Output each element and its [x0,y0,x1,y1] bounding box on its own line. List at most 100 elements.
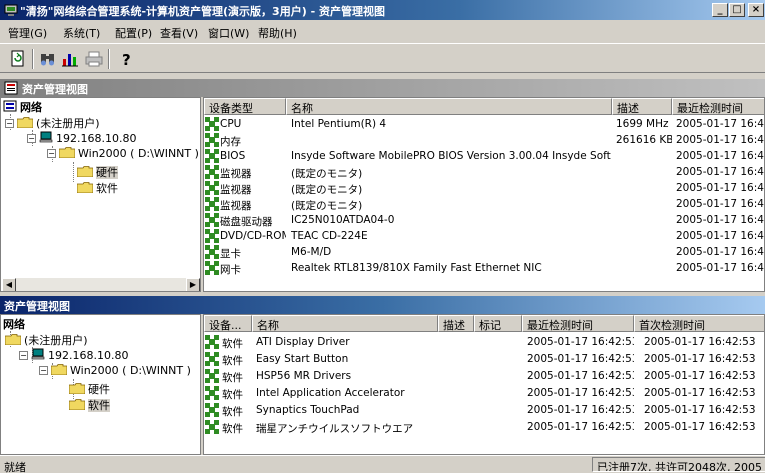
table-row[interactable]: 软件 HSP56 MR Drivers 2005-01-17 16:42:53 200… [204,369,764,384]
help-icon[interactable]: ? [116,49,136,69]
bottom-asset-list[interactable]: 设备... 名称 描述 标记 最近检测时间 首次检测时间 软件 ATI Displ… [203,314,765,455]
scroll-left-icon[interactable]: ◀ [2,278,16,291]
cell-last-check: 2005-01-17 16:42:53 [527,421,634,433]
table-row[interactable]: 磁盘驱动器 IC25N010ATDA04-0 2005-01-17 16:42:5 [204,213,764,228]
device-icon [205,420,219,434]
device-icon [205,149,219,163]
table-row[interactable]: 网卡 Realtek RTL8139/810X Family Fast Ether… [204,261,764,276]
column-header-description[interactable]: 描述 [612,98,672,115]
cell-device: 软件 [222,389,243,401]
collapse-icon[interactable]: − [39,366,48,375]
bottom-panel-title: 资产管理视图 [4,300,70,313]
cell-last-check: 2005-01-17 16:42:5 [676,214,764,226]
bottom-panel-caption[interactable]: 资产管理视图 [0,296,765,314]
title-bar[interactable]: "清扬"网络综合管理系统-计算机资产管理(演示版，3用户) - 资产管理视图 _… [0,0,765,20]
column-header-name[interactable]: 名称 [286,98,612,115]
table-row[interactable]: CPU Intel Pentium(R) 4 1699 MHz 2005-01-17 … [204,117,764,132]
collapse-icon[interactable]: − [19,351,28,360]
tree-node-os[interactable]: − Win2000 ( D:\WINNT ) [47,147,199,160]
cell-first-check: 2005-01-17 16:42:53 [644,404,756,416]
chart-icon[interactable] [60,49,80,69]
table-row[interactable]: 软件 Synaptics TouchPad 2005-01-17 16:42:53 2… [204,403,764,418]
menu-window[interactable]: 窗口(W) [208,25,249,41]
collapse-icon[interactable]: − [27,134,36,143]
table-row[interactable]: 软件 ATI Display Driver 2005-01-17 16:42:53 2… [204,335,764,350]
close-button[interactable]: × [748,3,764,17]
cell-last-check: 2005-01-17 16:42:53 [527,336,634,348]
find-icon[interactable] [38,49,58,69]
top-asset-tree[interactable]: 网络 − (未注册用户) −192.168.10.80 − Win2000 ( D:… [0,97,201,292]
minimize-button[interactable]: _ [712,3,728,17]
device-icon [205,197,219,211]
column-header-device-type[interactable]: 设备类型 [204,98,286,115]
cell-device: 软件 [222,406,243,418]
table-row[interactable]: 监视器 (既定のモニタ) 2005-01-17 16:42:5 [204,197,764,212]
tree-node-host[interactable]: −192.168.10.80 [27,131,136,145]
tree-node-os[interactable]: − Win2000 ( D:\WINNT ) [39,364,191,377]
column-header-name[interactable]: 名称 [252,315,438,332]
cell-first-check: 2005-01-17 16:42:53 [644,370,756,382]
toolbar: ? [0,43,765,73]
cell-last-check: 2005-01-17 16:42:53 [527,370,634,382]
table-row[interactable]: BIOS Insyde Software MobilePRO BIOS Versi… [204,149,764,164]
table-row[interactable]: 内存 261616 KB 2005-01-17 16:42:5 [204,133,764,148]
tree-node-unregistered[interactable]: (未注册用户) [5,332,88,348]
column-header-device[interactable]: 设备... [204,315,252,332]
menu-system[interactable]: 系统(T) [63,25,100,41]
tree-node-hardware[interactable]: 硬件 [69,381,110,397]
status-bar: 就绪 已注册7次, 共许可2048次, 2005 [0,455,765,473]
cell-name: Intel Pentium(R) 4 [291,118,387,130]
tree-node-unregistered[interactable]: − (未注册用户) [5,115,100,131]
cell-first-check: 2005-01-17 16:42:53 [644,387,756,399]
top-asset-list[interactable]: 设备类型 名称 描述 最近检测时间 CPU Intel Pentium(R) 4 1… [203,97,765,292]
table-row[interactable]: 监视器 (既定のモニタ) 2005-01-17 16:42:5 [204,181,764,196]
column-header-description[interactable]: 描述 [438,315,474,332]
cell-last-check: 2005-01-17 16:42:5 [676,166,764,178]
tree-node-network[interactable]: 网络 [3,99,42,115]
tree-node-network[interactable]: 网络 [3,316,25,332]
tree-node-hardware[interactable]: 硬件 [77,164,118,180]
top-panel-caption[interactable]: 资产管理视图 [0,79,765,97]
asset-view-icon [4,81,18,95]
menu-config[interactable]: 配置(P) [115,25,152,41]
maximize-button[interactable]: □ [729,3,745,17]
cell-name: (既定のモニタ) [291,184,363,196]
cell-first-check: 2005-01-17 16:42:53 [644,336,756,348]
table-row[interactable]: 软件 瑞星アンチウイルスソフトウエア 2005-01-17 16:42:53 2005… [204,420,764,435]
menu-manage[interactable]: 管理(G) [8,25,47,41]
column-header-tag[interactable]: 标记 [474,315,522,332]
scroll-right-icon[interactable]: ▶ [186,278,200,291]
cell-name: Synaptics TouchPad [256,404,360,416]
bottom-asset-tree[interactable]: 网络 (未注册用户) −192.168.10.80 − Win2000 ( D:\… [0,314,201,455]
menu-help[interactable]: 帮助(H) [258,25,297,41]
folder-icon [59,147,75,158]
cell-name: 瑞星アンチウイルスソフトウエア [256,423,414,435]
refresh-icon[interactable] [8,49,28,69]
folder-icon [51,364,67,375]
folder-icon [69,399,85,410]
menu-view[interactable]: 查看(V) [160,25,198,41]
tree-node-host[interactable]: −192.168.10.80 [19,348,128,362]
print-icon[interactable] [84,49,104,69]
table-row[interactable]: 软件 Easy Start Button 2005-01-17 16:42:53 20… [204,352,764,367]
column-header-last-check[interactable]: 最近检测时间 [672,98,764,115]
column-header-last-check[interactable]: 最近检测时间 [522,315,634,332]
cell-device-type: 磁盘驱动器 [220,216,273,228]
cell-name: (既定のモニタ) [291,200,363,212]
tree-node-software[interactable]: 软件 [77,180,118,196]
folder-icon [77,182,93,193]
cell-name: Insyde Software MobilePRO BIOS Version 3… [291,150,611,162]
collapse-icon[interactable]: − [47,149,56,158]
cell-device-type: 显卡 [220,248,241,260]
tree-horizontal-scrollbar[interactable]: ◀ ▶ [2,278,200,291]
table-row[interactable]: 监视器 (既定のモニタ) 2005-01-17 16:42:5 [204,165,764,180]
collapse-icon[interactable]: − [5,119,14,128]
table-row[interactable]: 显卡 M6-M/D 2005-01-17 16:42:5 [204,245,764,260]
cell-last-check: 2005-01-17 16:42:53 [527,387,634,399]
table-row[interactable]: 软件 Intel Application Accelerator 2005-01-1… [204,386,764,401]
table-row[interactable]: DVD/CD-ROM TEAC CD-224E 2005-01-17 16:42:5 [204,229,764,244]
tree-node-software[interactable]: 软件 [69,397,110,413]
cell-device-type: 监视器 [220,184,252,196]
column-header-first-check[interactable]: 首次检测时间 [634,315,764,332]
cell-name: (既定のモニタ) [291,168,363,180]
